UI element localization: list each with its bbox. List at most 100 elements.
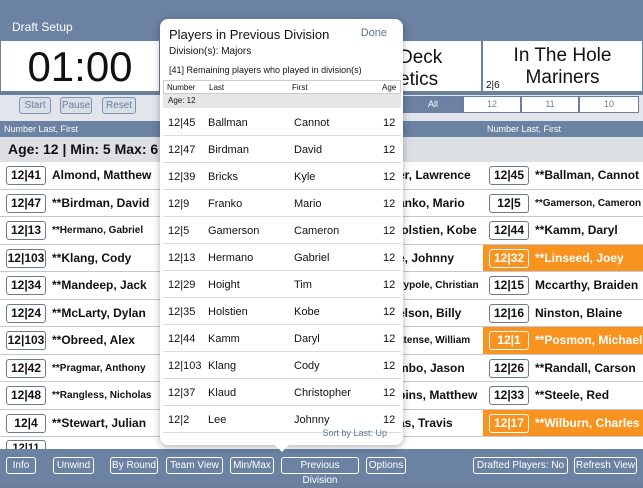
on-deck-label: Deck	[399, 47, 443, 68]
table-row[interactable]: 12|45 Ballman Cannot 12	[163, 109, 401, 136]
pick-badge: 12|4	[6, 413, 46, 433]
segment-12[interactable]: 12	[463, 96, 521, 113]
col-number[interactable]: Number	[167, 83, 195, 92]
list-item[interactable]: 12|5 **Gamerson, Cameron	[483, 189, 643, 217]
previous-division-button[interactable]: Previous Division	[281, 457, 359, 486]
list-item[interactable]: 12|103 **Obreed, Alex	[0, 327, 160, 355]
pick-badge: 12|41	[6, 166, 46, 185]
player-name: er, Lawrence	[398, 168, 471, 182]
min-max-button[interactable]: Min/Max	[230, 457, 274, 474]
list-item[interactable]: 12|17 **Wilburn, Charles	[483, 409, 643, 437]
list-item[interactable]: 12|15 Mccarthy, Braiden	[483, 272, 643, 300]
list-item[interactable]: atense, William	[396, 327, 483, 355]
pick-badge: 12|16	[489, 303, 529, 323]
list-item[interactable]: as, Travis	[396, 409, 483, 437]
cell-number: 12|13	[168, 252, 196, 264]
segment-11[interactable]: 11	[521, 96, 579, 113]
pick-badge: 12|42	[6, 358, 46, 378]
list-item[interactable]: 12|1 **Posmon, Michael	[483, 327, 643, 355]
cell-age: 12	[383, 144, 396, 156]
cell-last: Bricks	[208, 171, 238, 183]
cell-number: 12|39	[168, 171, 196, 183]
cell-first: Johnny	[294, 414, 330, 426]
table-row[interactable]: 12|9 Franko Mario 12	[163, 190, 401, 217]
pause-button[interactable]: Pause	[60, 97, 92, 114]
popover-arrow	[274, 444, 290, 452]
segment-10[interactable]: 10	[579, 96, 639, 113]
cell-number: 12|45	[168, 117, 196, 129]
list-item[interactable]: elson, Billy	[396, 299, 483, 327]
list-item[interactable]: 12|103 **Klang, Cody	[0, 244, 160, 272]
list-item[interactable]: mbo, Jason	[396, 354, 483, 382]
refresh-view-button[interactable]: Refresh View	[574, 457, 637, 474]
unwind-button[interactable]: Unwind	[53, 457, 94, 474]
cell-last: Klaud	[208, 387, 237, 399]
player-name: anko, Mario	[398, 195, 465, 210]
segment-all[interactable]: All	[403, 96, 463, 113]
table-row[interactable]: 12|35 Holstien Kobe 12	[163, 298, 401, 325]
player-name: **McLarty, Dylan	[52, 305, 146, 320]
team-view-button[interactable]: Team View	[166, 457, 223, 474]
player-name: Ninston, Blaine	[535, 305, 623, 320]
list-item[interactable]: 12|34 **Mandeep, Jack	[0, 272, 160, 300]
player-name: **Linseed, Joey	[535, 250, 624, 265]
by-round-button[interactable]: By Round	[110, 457, 158, 474]
table-row[interactable]: 12|39 Bricks Kyle 12	[163, 163, 401, 190]
table-row[interactable]: 12|13 Hermano Gabriel 12	[163, 244, 401, 271]
list-item[interactable]: 12|44 **Kamm, Daryl	[483, 217, 643, 245]
list-item[interactable]: e, Johnny	[396, 244, 483, 272]
player-name: **Hermano, Gabriel	[52, 225, 144, 236]
list-item[interactable]: 12|33 **Steele, Red	[483, 382, 643, 410]
list-item[interactable]: 12|41 Almond, Matthew	[0, 162, 160, 190]
popover-title: Players in Previous Division	[169, 27, 330, 42]
table-row[interactable]: 12|44 Kamm Daryl 12	[163, 325, 401, 352]
sort-button[interactable]: Sort by Last: Up	[322, 428, 387, 438]
pick-badge: 12|24	[6, 303, 46, 323]
info-button[interactable]: Info	[6, 457, 36, 474]
list-item[interactable]: lolstien, Kobe	[396, 217, 483, 245]
table-row[interactable]: 12|5 Gamerson Cameron 12	[163, 217, 401, 244]
table-row[interactable]: 12|29 Hoight Tim 12	[163, 271, 401, 298]
cell-last: Holstien	[208, 306, 248, 318]
list-item[interactable]: anko, Mario	[396, 189, 483, 217]
pick-badge: 12|44	[489, 221, 529, 240]
player-name: **Randall, Carson	[535, 360, 636, 375]
pick-badge: 12|17	[489, 413, 529, 433]
list-item[interactable]: 12|4 **Stewart, Julian	[0, 409, 160, 437]
cell-number: 12|2	[168, 414, 190, 426]
pick-badge: 12|45	[489, 166, 529, 185]
table-row[interactable]: 12|37 Klaud Christopher 12	[163, 379, 401, 406]
cell-age: 12	[383, 387, 396, 399]
player-name: **Ballman, Cannot	[535, 168, 640, 182]
start-button[interactable]: Start	[19, 97, 51, 114]
list-item[interactable]: 12|26 **Randall, Carson	[483, 354, 643, 382]
list-item[interactable]: 12|45 **Ballman, Cannot	[483, 162, 643, 190]
pick-badge: 12|33	[489, 386, 529, 405]
table-row[interactable]: 12|47 Birdman David 12	[163, 136, 401, 163]
player-name: vypole, Christian	[398, 280, 479, 291]
reset-button[interactable]: Reset	[102, 97, 136, 114]
cell-first: David	[294, 144, 323, 156]
list-item[interactable]: 12|47 **Birdman, David	[0, 189, 160, 217]
list-item[interactable]: 12|16 Ninston, Blaine	[483, 299, 643, 327]
list-item[interactable]: 12|32 **Linseed, Joey	[483, 244, 643, 272]
list-item[interactable]: 12|24 **McLarty, Dylan	[0, 299, 160, 327]
list-item[interactable]: 12|48 **Rangless, Nicholas	[0, 382, 160, 410]
col-first[interactable]: First	[292, 83, 308, 92]
options-button[interactable]: Options	[366, 457, 406, 474]
list-item[interactable]: vypole, Christian	[396, 272, 483, 300]
list-item[interactable]: er, Lawrence	[396, 162, 483, 190]
cell-number: 12|29	[168, 279, 196, 291]
done-button[interactable]: Done	[361, 27, 387, 39]
cell-first: Gabriel	[294, 252, 330, 264]
list-item[interactable]: 12|13 **Hermano, Gabriel	[0, 217, 160, 245]
col-age[interactable]: Age	[382, 83, 396, 92]
table-row[interactable]: 12|103 Klang Cody 12	[163, 352, 401, 379]
cell-number: 12|47	[168, 144, 196, 156]
col-last[interactable]: Last	[209, 83, 224, 92]
drafted-players-button[interactable]: Drafted Players: No	[473, 457, 568, 474]
player-name: **Wilburn, Charles	[535, 415, 640, 430]
player-name: atense, William	[398, 335, 471, 346]
list-item[interactable]: 12|42 **Pragmar, Anthony	[0, 354, 160, 382]
list-item[interactable]: bins, Matthew	[396, 382, 483, 410]
